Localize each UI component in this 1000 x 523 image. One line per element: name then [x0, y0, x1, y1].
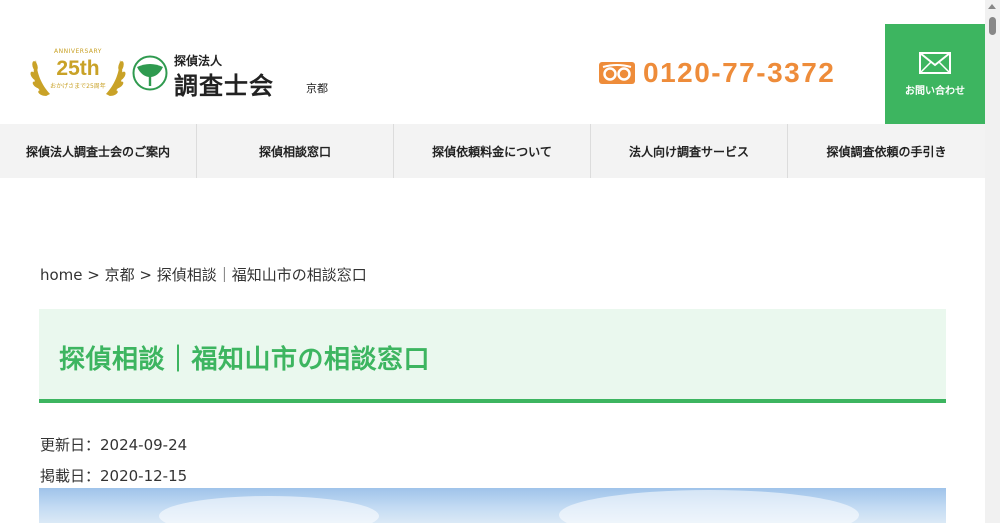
contact-button[interactable]: お問い合わせ [885, 24, 985, 124]
mail-icon [919, 52, 951, 74]
global-nav: 探偵法人調査士会のご案内 探偵相談窓口 探偵依頼料金について 法人向け調査サービ… [0, 124, 985, 178]
updated-date: 更新日：2024-09-24 [40, 436, 188, 454]
scroll-up-arrow-icon[interactable] [988, 4, 996, 9]
site-header: ANNIVERSARY 25th おかげさまで25周年 探偵法人 調査士会 京都… [0, 0, 985, 124]
breadcrumb: home > 京都 > 探偵相談｜福知山市の相談窓口 [40, 264, 367, 285]
nav-item-about[interactable]: 探偵法人調査士会のご案内 [0, 124, 197, 178]
logo-title[interactable]: 調査士会 [174, 66, 274, 101]
breadcrumb-home-link[interactable]: home [40, 266, 83, 284]
nav-item-pricing[interactable]: 探偵依頼料金について [394, 124, 591, 178]
page-title-box: 探偵相談｜福知山市の相談窓口 [39, 309, 946, 403]
badge-top-text: ANNIVERSARY [54, 48, 102, 55]
page-title: 探偵相談｜福知山市の相談窓口 [59, 345, 431, 375]
badge-number: 25th [56, 57, 100, 80]
logo-region: 京都 [306, 82, 328, 95]
breadcrumb-region-link[interactable]: 京都 [105, 266, 135, 284]
scroll-thumb[interactable] [989, 17, 996, 35]
nav-item-consultation[interactable]: 探偵相談窓口 [197, 124, 394, 178]
contact-button-label: お問い合わせ [905, 86, 965, 97]
breadcrumb-separator: > [134, 266, 157, 284]
anniversary-badge: ANNIVERSARY 25th おかげさまで25周年 [28, 44, 128, 104]
nav-item-guide[interactable]: 探偵調査依頼の手引き [788, 124, 985, 178]
breadcrumb-separator: > [82, 266, 105, 284]
phone-number-link[interactable]: 0120-77-3372 [643, 57, 835, 89]
page-scrollbar[interactable] [985, 0, 1000, 523]
ginkgo-logo-icon[interactable] [132, 55, 168, 91]
nav-item-corporate[interactable]: 法人向け調査サービス [591, 124, 788, 178]
freedial-icon [599, 62, 635, 84]
badge-sub-text: おかげさまで25周年 [50, 83, 106, 90]
hero-image [39, 488, 946, 523]
page-dates: 更新日：2024-09-24 掲載日：2020-12-15 [40, 430, 187, 492]
breadcrumb-current: 探偵相談｜福知山市の相談窓口 [156, 266, 367, 284]
